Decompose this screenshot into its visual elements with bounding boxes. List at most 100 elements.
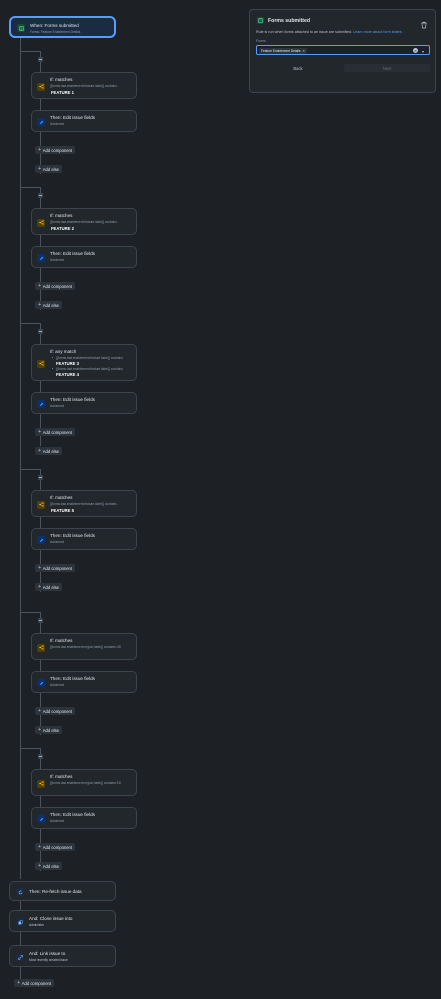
plus-icon: + [38,564,42,571]
add-component-button[interactable]: + Add component [35,707,76,715]
action-card[interactable]: And: Clone issue into Administer [9,910,116,932]
then-action-card[interactable]: Then: Edit issue fields Advanced [31,392,137,414]
then-action-card[interactable]: Then: Edit issue fields Advanced [31,528,137,550]
if-condition-card[interactable]: If: any match {{forms.last.enablement.fea… [31,344,137,381]
add-component-label: Add component [42,147,73,153]
add-component-label: Add component [42,565,73,571]
action-card[interactable]: Then: Re-fetch issue data [9,881,116,901]
add-component-button[interactable]: + Add component [14,979,55,987]
pencil-icon [37,536,45,544]
branch-icon [37,779,45,788]
plus-icon: + [38,862,42,869]
if-condition-text: {{forms.last.enablement.feature.label}} … [50,502,117,506]
action-subtitle: Administer [29,923,45,927]
add-else-button[interactable]: + Add else [35,726,63,734]
trigger-title: When: Forms submitted [30,23,79,28]
trash-icon[interactable] [420,16,428,29]
chevron-down-icon[interactable]: ▾ [422,49,424,54]
collapse-toggle[interactable] [38,475,43,480]
then-subtitle: Advanced [50,540,65,544]
if-condition-text: {{forms.last.enablement.feature.label}} … [50,220,117,224]
then-action-card[interactable]: Then: Edit issue fields Advanced [31,110,137,132]
then-subtitle: Advanced [50,404,65,408]
refresh-icon [16,888,24,896]
if-condition-card[interactable]: If: matches {{forms.last.enablement.regio… [31,769,137,796]
plus-icon: + [38,282,42,289]
trigger-subtitle: Forms: Feature Enablement Details [30,30,81,34]
if-condition-card[interactable]: If: matches {{forms.last.enablement.featu… [31,208,137,235]
if-condition-text: {{forms.last.enablement.feature.label}} … [56,367,123,371]
add-else-label: Add else [42,302,60,308]
forms-field-label: Forms [256,39,266,43]
then-action-card[interactable]: Then: Edit issue fields Advanced [31,671,137,693]
panel-title: Forms submitted [268,18,311,24]
then-title: Then: Edit issue fields [50,812,95,817]
if-value: FEATURE 3 [56,361,79,366]
plus-icon: + [17,979,21,986]
pencil-icon [37,254,45,262]
branch-icon [37,82,45,91]
then-title: Then: Edit issue fields [50,397,95,402]
collapse-toggle[interactable] [38,618,43,623]
add-component-button[interactable]: + Add component [35,564,76,572]
if-title: If: matches [50,495,73,500]
add-else-button[interactable]: + Add else [35,862,63,870]
connector-line [20,901,21,910]
if-value: FEATURE 2 [51,226,74,231]
plus-icon: + [38,707,42,714]
if-condition-card[interactable]: If: matches {{forms.last.enablement.featu… [31,72,137,99]
clone-icon [16,918,24,926]
learn-more-link[interactable]: Learn more about form states. [353,30,402,34]
plus-icon: + [38,447,42,454]
add-else-button[interactable]: + Add else [35,165,63,173]
form-icon [257,17,264,24]
panel-description-line: Rule is run when forms attached to an is… [256,30,403,34]
chip-remove-icon[interactable]: × [303,48,305,53]
plus-icon: + [38,146,42,153]
if-title: If: matches [50,638,73,643]
back-button[interactable]: Back [256,64,340,72]
branch-icon [37,643,45,652]
plus-icon: + [38,301,42,308]
collapse-toggle[interactable] [38,193,43,198]
next-button[interactable]: Next [344,64,430,72]
add-component-label: Add component [42,844,73,850]
action-subtitle: Most recently created issue [29,958,68,962]
if-value: FEATURE 4 [56,372,79,377]
add-component-label: Add component [21,980,52,986]
add-component-button[interactable]: + Add component [35,282,76,290]
trigger-card[interactable]: When: Forms submitted Forms: Feature Ena… [9,16,116,38]
add-else-button[interactable]: + Add else [35,301,63,309]
if-title: If: matches [50,774,73,779]
add-else-button[interactable]: + Add else [35,583,63,591]
add-component-label: Add component [42,708,73,714]
pencil-icon [37,118,45,126]
add-component-button[interactable]: + Add component [35,428,76,436]
clear-icon[interactable]: × [413,48,418,53]
connector-line [20,748,40,749]
connector-line [20,187,40,188]
then-action-card[interactable]: Then: Edit issue fields Advanced [31,807,137,829]
if-value: FEATURE 1 [51,90,74,95]
then-action-card[interactable]: Then: Edit issue fields Advanced [31,246,137,268]
list-bullet [52,357,54,359]
if-condition-card[interactable]: If: matches {{forms.last.enablement.regio… [31,633,137,660]
collapse-toggle[interactable] [38,754,43,759]
if-value: FEATURE 5 [51,508,74,513]
action-title: Then: Re-fetch issue data [29,889,82,894]
collapse-toggle[interactable] [38,57,43,62]
link-icon [16,953,24,961]
branch-icon [37,359,45,368]
if-condition-card[interactable]: If: matches {{forms.last.enablement.featu… [31,490,137,517]
add-component-button[interactable]: + Add component [35,146,76,154]
collapse-toggle[interactable] [38,329,43,334]
add-else-label: Add else [42,727,60,733]
action-card[interactable]: And: Link issue to Most recently created … [9,945,116,967]
forms-select[interactable]: Feature Enablement Details × × ▾ [256,45,430,55]
add-component-button[interactable]: + Add component [35,843,76,851]
add-else-button[interactable]: + Add else [35,447,63,455]
connector-line [20,469,40,470]
plus-icon: + [38,428,42,435]
form-icon [17,24,25,32]
if-condition-text: {{forms.last.enablement.feature.label}} … [50,84,117,88]
